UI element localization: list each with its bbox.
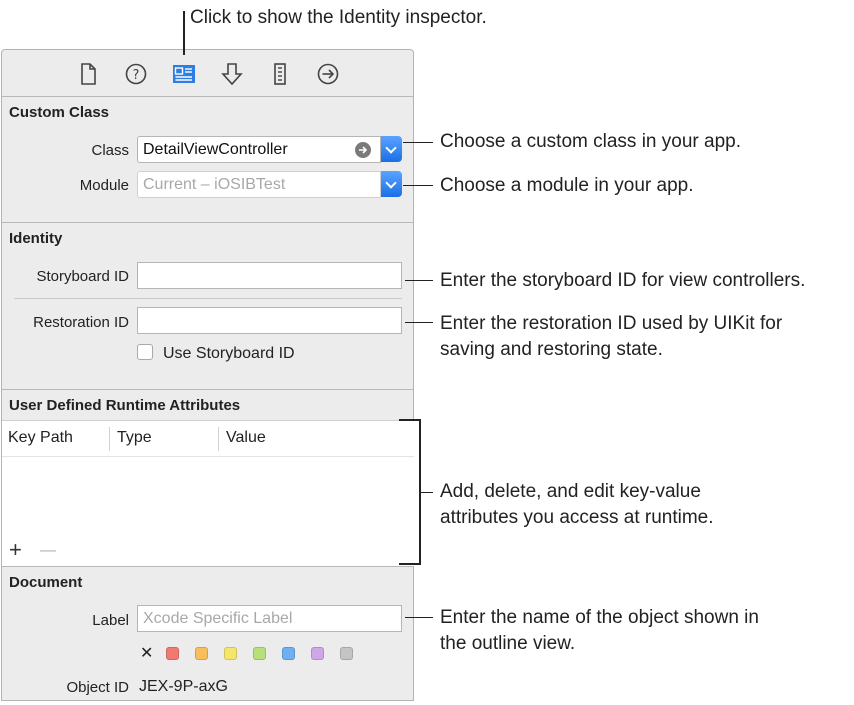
restoration-id-label: Restoration ID (33, 314, 129, 331)
attributes-icon[interactable] (220, 62, 244, 86)
label-color-swatch[interactable] (166, 647, 179, 660)
callout-identity-inspector: Click to show the Identity inspector. (190, 7, 487, 28)
navigate-arrow-icon[interactable] (355, 142, 371, 158)
class-label: Class (91, 142, 129, 159)
remove-attribute-button[interactable]: — (40, 541, 56, 561)
column-header-type[interactable]: Type (117, 429, 152, 447)
size-icon[interactable] (268, 62, 292, 86)
label-placeholder: Xcode Specific Label (143, 610, 293, 627)
module-field[interactable]: Current – iOSIBTest (137, 171, 381, 198)
object-id-label: Object ID (66, 679, 129, 696)
identity-icon[interactable] (172, 62, 196, 86)
callout-custom-class: Choose a custom class in your app. (440, 131, 741, 152)
identity-title: Identity (9, 230, 63, 247)
custom-class-title: Custom Class (9, 104, 110, 121)
module-label: Module (79, 177, 129, 194)
runtime-attributes-title: User Defined Runtime Attributes (9, 397, 241, 414)
callout-label-line1: Enter the name of the object shown in (440, 607, 759, 628)
class-dropdown-button[interactable] (381, 136, 402, 162)
svg-text:?: ? (133, 68, 140, 83)
callout-line (183, 11, 185, 55)
header-divider (2, 456, 414, 457)
callout-runtime-line1: Add, delete, and edit key-value (440, 481, 701, 502)
storyboard-id-field[interactable] (137, 262, 402, 289)
section-divider (2, 389, 414, 390)
module-dropdown-button[interactable] (381, 171, 402, 197)
callout-bracket (399, 563, 421, 565)
object-id-value: JEX-9P-axG (139, 678, 228, 695)
column-header-key-path[interactable]: Key Path (8, 429, 73, 447)
callout-line (403, 185, 433, 186)
callout-line (403, 142, 433, 143)
label-color-swatch[interactable] (311, 647, 324, 660)
column-header-value[interactable]: Value (226, 429, 266, 447)
section-divider (2, 222, 414, 223)
field-divider (14, 298, 402, 299)
callout-label-line2: the outline view. (440, 633, 576, 654)
label-color-swatch[interactable] (282, 647, 295, 660)
add-attribute-button[interactable]: + (9, 539, 22, 561)
label-color-swatch[interactable] (224, 647, 237, 660)
runtime-attributes-table[interactable]: Key Path Type Value + — (2, 420, 414, 567)
document-title: Document (9, 574, 83, 591)
column-divider (218, 427, 219, 451)
use-storyboard-id-label: Use Storyboard ID (163, 345, 295, 362)
section-divider (2, 566, 414, 567)
module-placeholder: Current – iOSIBTest (143, 176, 286, 193)
storyboard-id-label: Storyboard ID (36, 268, 129, 285)
help-icon[interactable]: ? (124, 62, 148, 86)
connections-icon[interactable] (316, 62, 340, 86)
callout-storyboard-id: Enter the storyboard ID for view control… (440, 270, 806, 291)
class-field[interactable]: DetailViewController (137, 136, 381, 163)
callout-bracket (399, 419, 421, 421)
use-storyboard-id-checkbox[interactable] (137, 344, 153, 360)
column-divider (109, 427, 110, 451)
callout-line (405, 322, 433, 323)
label-field[interactable]: Xcode Specific Label (137, 605, 402, 632)
restoration-id-field[interactable] (137, 307, 402, 334)
toolbar-divider (2, 96, 414, 97)
label-color-swatch[interactable] (340, 647, 353, 660)
callout-module: Choose a module in your app. (440, 175, 694, 196)
callout-line (421, 492, 433, 493)
label-color-swatch[interactable] (195, 647, 208, 660)
callout-line (405, 617, 433, 618)
label-label: Label (92, 612, 129, 629)
file-icon[interactable] (76, 62, 100, 86)
callout-line (405, 280, 433, 281)
callout-restoration-id-line1: Enter the restoration ID used by UIKit f… (440, 313, 783, 334)
label-color-swatch[interactable] (253, 647, 266, 660)
class-value: DetailViewController (143, 141, 288, 158)
callout-runtime-line2: attributes you access at runtime. (440, 507, 714, 528)
callout-restoration-id-line2: saving and restoring state. (440, 339, 663, 360)
clear-label-color-icon[interactable]: ✕ (140, 645, 153, 663)
